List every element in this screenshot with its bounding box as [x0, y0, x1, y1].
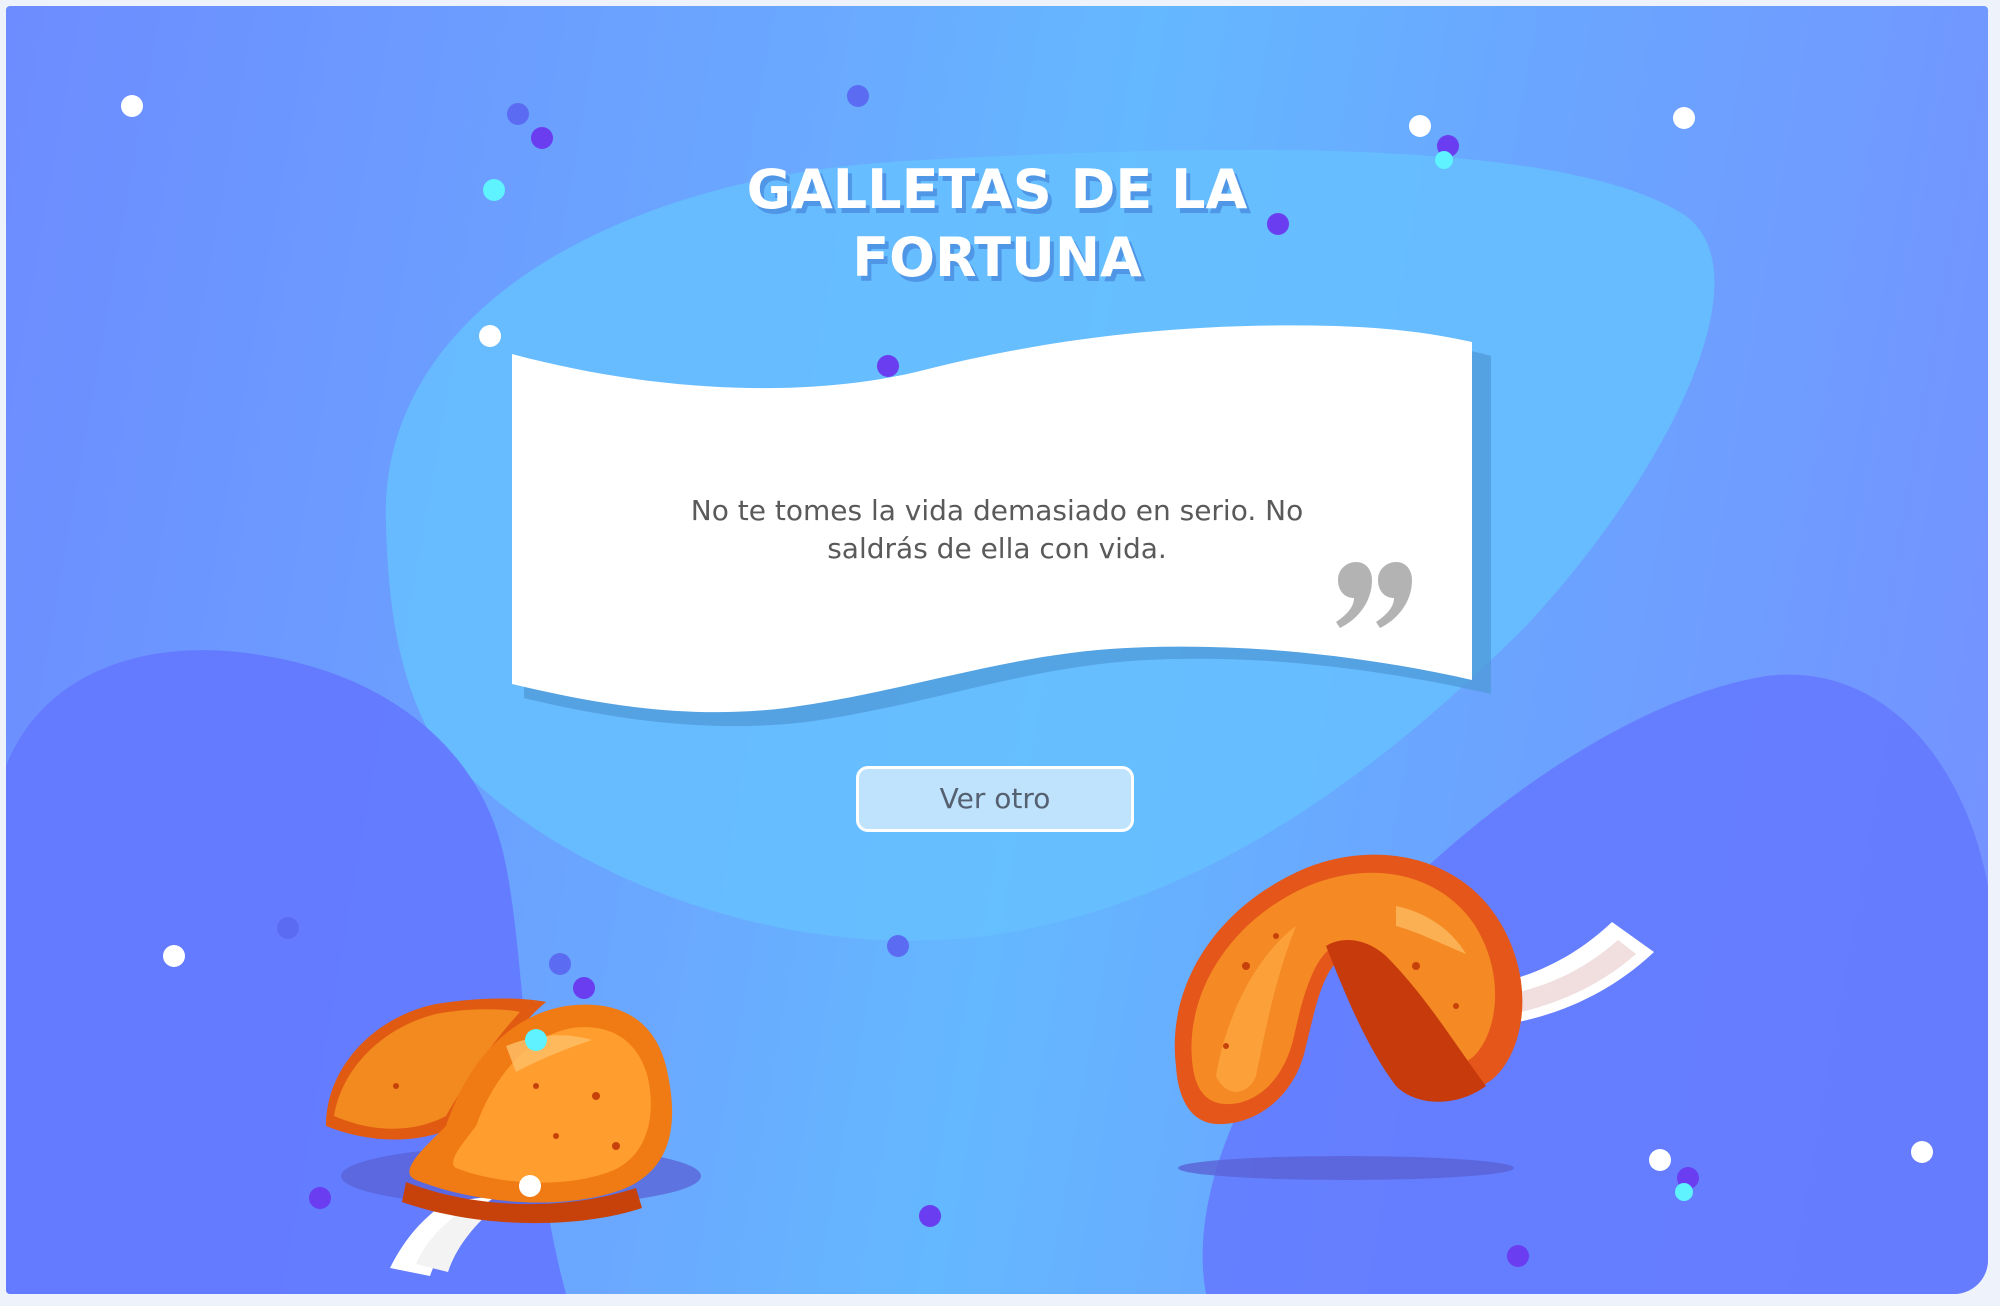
- ver-otro-button[interactable]: Ver otro: [856, 766, 1134, 832]
- fortune-cookie-left-icon[interactable]: [306, 956, 726, 1294]
- fortune-message: No te tomes la vida demasiado en serio. …: [690, 494, 1304, 565]
- app-stage: GALLETAS DE LA FORTUNA No te tomes la vi…: [6, 6, 1988, 1294]
- closing-quote-icon: [1336, 562, 1412, 628]
- fortune-cookie-right-icon[interactable]: [1156, 846, 1676, 1186]
- page-title: GALLETAS DE LA FORTUNA: [746, 158, 1248, 289]
